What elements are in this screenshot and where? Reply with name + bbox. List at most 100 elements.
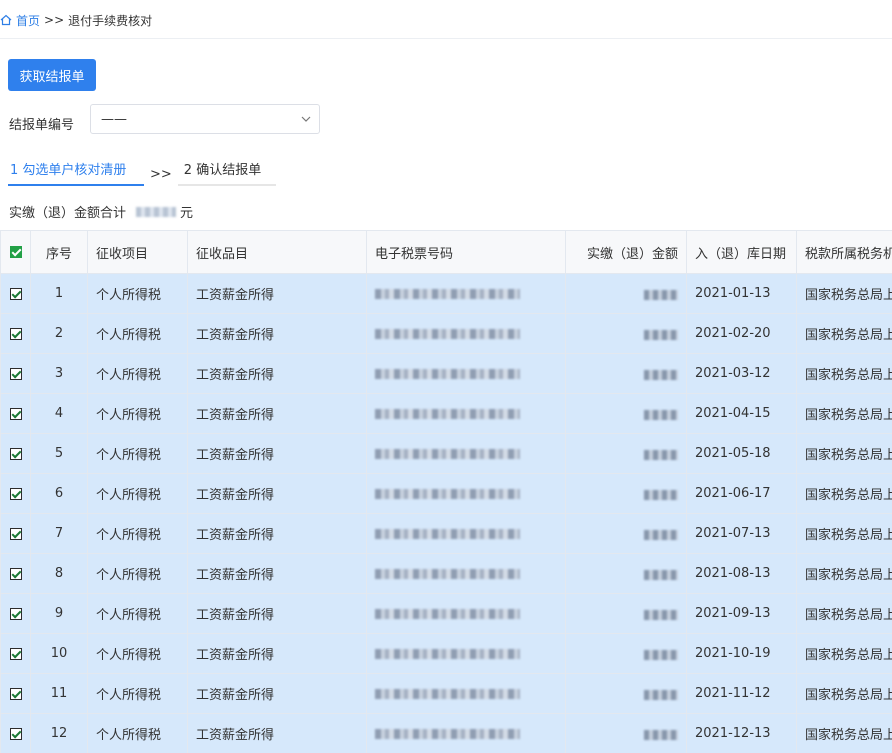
cell-authority: 国家税务总局上 — [796, 593, 892, 634]
cell-category: 工资薪金所得 — [187, 273, 367, 314]
cell-item: 个人所得税 — [87, 353, 188, 394]
row-checkbox[interactable] — [0, 433, 31, 474]
checkbox-checked-icon — [9, 407, 22, 420]
report-number-select[interactable]: —— — [90, 104, 320, 134]
table-row[interactable]: 12 个人所得税 工资薪金所得 2021-12-13 国家税务总局上 — [0, 713, 892, 753]
ticket-number-redacted — [375, 448, 520, 459]
cell-authority: 国家税务总局上 — [796, 393, 892, 434]
amount-redacted — [644, 289, 678, 300]
cell-item: 个人所得税 — [87, 713, 188, 753]
table-row[interactable]: 11 个人所得税 工资薪金所得 2021-11-12 国家税务总局上 — [0, 673, 892, 714]
ticket-number-redacted — [375, 688, 520, 699]
cell-authority: 国家税务总局上 — [796, 633, 892, 674]
amount-redacted — [644, 569, 678, 580]
fetch-report-button[interactable]: 获取结报单 — [8, 59, 96, 91]
ticket-number-redacted — [375, 488, 520, 499]
cell-amount — [565, 353, 687, 394]
cell-authority: 国家税务总局上 — [796, 473, 892, 514]
table-row[interactable]: 3 个人所得税 工资薪金所得 2021-03-12 国家税务总局上 — [0, 353, 892, 394]
checkbox-checked-icon — [9, 527, 22, 540]
cell-date: 2021-07-13 — [686, 513, 797, 554]
row-checkbox[interactable] — [0, 273, 31, 314]
step-tab-select-list[interactable]: 1 勾选单户核对清册 — [8, 159, 144, 186]
cell-date: 2021-06-17 — [686, 473, 797, 514]
cell-date: 2021-02-20 — [686, 313, 797, 354]
row-checkbox[interactable] — [0, 673, 31, 714]
cell-ticket-number — [366, 713, 566, 753]
checkbox-checked-icon — [9, 327, 22, 340]
step-tab-confirm-report[interactable]: 2 确认结报单 — [177, 159, 276, 186]
cell-no: 6 — [30, 473, 88, 514]
checkbox-checked-icon — [9, 447, 22, 460]
checkbox-checked-icon — [9, 567, 22, 580]
row-checkbox[interactable] — [0, 593, 31, 634]
cell-amount — [565, 713, 687, 753]
cell-ticket-number — [366, 473, 566, 514]
table-row[interactable]: 2 个人所得税 工资薪金所得 2021-02-20 国家税务总局上 — [0, 313, 892, 354]
cell-date: 2021-01-13 — [686, 273, 797, 314]
column-header-date: 入（退）库日期 — [686, 230, 797, 274]
cell-ticket-number — [366, 393, 566, 434]
cell-amount — [565, 273, 687, 314]
table-row[interactable]: 8 个人所得税 工资薪金所得 2021-08-13 国家税务总局上 — [0, 553, 892, 594]
cell-ticket-number — [366, 553, 566, 594]
cell-item: 个人所得税 — [87, 273, 188, 314]
row-checkbox[interactable] — [0, 513, 31, 554]
ticket-number-redacted — [375, 568, 520, 579]
column-header-amount: 实缴（退）金额 — [565, 230, 687, 274]
table-row[interactable]: 7 个人所得税 工资薪金所得 2021-07-13 国家税务总局上 — [0, 513, 892, 554]
row-checkbox[interactable] — [0, 393, 31, 434]
table-row[interactable]: 5 个人所得税 工资薪金所得 2021-05-18 国家税务总局上 — [0, 433, 892, 474]
home-icon — [0, 14, 12, 26]
cell-date: 2021-04-15 — [686, 393, 797, 434]
cell-amount — [565, 473, 687, 514]
cell-ticket-number — [366, 673, 566, 714]
row-checkbox[interactable] — [0, 713, 31, 753]
breadcrumb-home-link[interactable]: 首页 — [16, 12, 40, 29]
row-checkbox[interactable] — [0, 553, 31, 594]
cell-authority: 国家税务总局上 — [796, 673, 892, 714]
ticket-number-redacted — [375, 608, 520, 619]
cell-date: 2021-11-12 — [686, 673, 797, 714]
cell-item: 个人所得税 — [87, 313, 188, 354]
table-row[interactable]: 6 个人所得税 工资薪金所得 2021-06-17 国家税务总局上 — [0, 473, 892, 514]
cell-date: 2021-12-13 — [686, 713, 797, 753]
select-all-checkbox[interactable] — [0, 230, 31, 274]
cell-date: 2021-05-18 — [686, 433, 797, 474]
cell-category: 工资薪金所得 — [187, 593, 367, 634]
cell-no: 1 — [30, 273, 88, 314]
row-checkbox[interactable] — [0, 313, 31, 354]
row-checkbox[interactable] — [0, 633, 31, 674]
breadcrumb: 首页 >> 退付手续费核对 — [0, 8, 152, 32]
cell-date: 2021-10-19 — [686, 633, 797, 674]
cell-category: 工资薪金所得 — [187, 393, 367, 434]
cell-no: 2 — [30, 313, 88, 354]
table-row[interactable]: 10 个人所得税 工资薪金所得 2021-10-19 国家税务总局上 — [0, 633, 892, 674]
amount-redacted — [644, 609, 678, 620]
table-row[interactable]: 1 个人所得税 工资薪金所得 2021-01-13 国家税务总局上 — [0, 273, 892, 314]
cell-ticket-number — [366, 433, 566, 474]
ticket-number-redacted — [375, 328, 520, 339]
cell-authority: 国家税务总局上 — [796, 433, 892, 474]
cell-amount — [565, 393, 687, 434]
row-checkbox[interactable] — [0, 473, 31, 514]
cell-no: 9 — [30, 593, 88, 634]
cell-category: 工资薪金所得 — [187, 713, 367, 753]
step-tabs: 1 勾选单户核对清册 >> 2 确认结报单 — [8, 154, 276, 186]
table-row[interactable]: 9 个人所得税 工资薪金所得 2021-09-13 国家税务总局上 — [0, 593, 892, 634]
ticket-number-redacted — [375, 288, 520, 299]
checkbox-checked-icon — [9, 607, 22, 620]
cell-no: 5 — [30, 433, 88, 474]
cell-item: 个人所得税 — [87, 513, 188, 554]
amount-total-unit: 元 — [180, 206, 194, 221]
cell-no: 8 — [30, 553, 88, 594]
cell-item: 个人所得税 — [87, 633, 188, 674]
cell-category: 工资薪金所得 — [187, 433, 367, 474]
cell-date: 2021-09-13 — [686, 593, 797, 634]
checkbox-checked-icon — [9, 246, 22, 258]
table-row[interactable]: 4 个人所得税 工资薪金所得 2021-04-15 国家税务总局上 — [0, 393, 892, 434]
cell-ticket-number — [366, 513, 566, 554]
cell-ticket-number — [366, 273, 566, 314]
breadcrumb-separator: >> — [44, 13, 65, 27]
row-checkbox[interactable] — [0, 353, 31, 394]
